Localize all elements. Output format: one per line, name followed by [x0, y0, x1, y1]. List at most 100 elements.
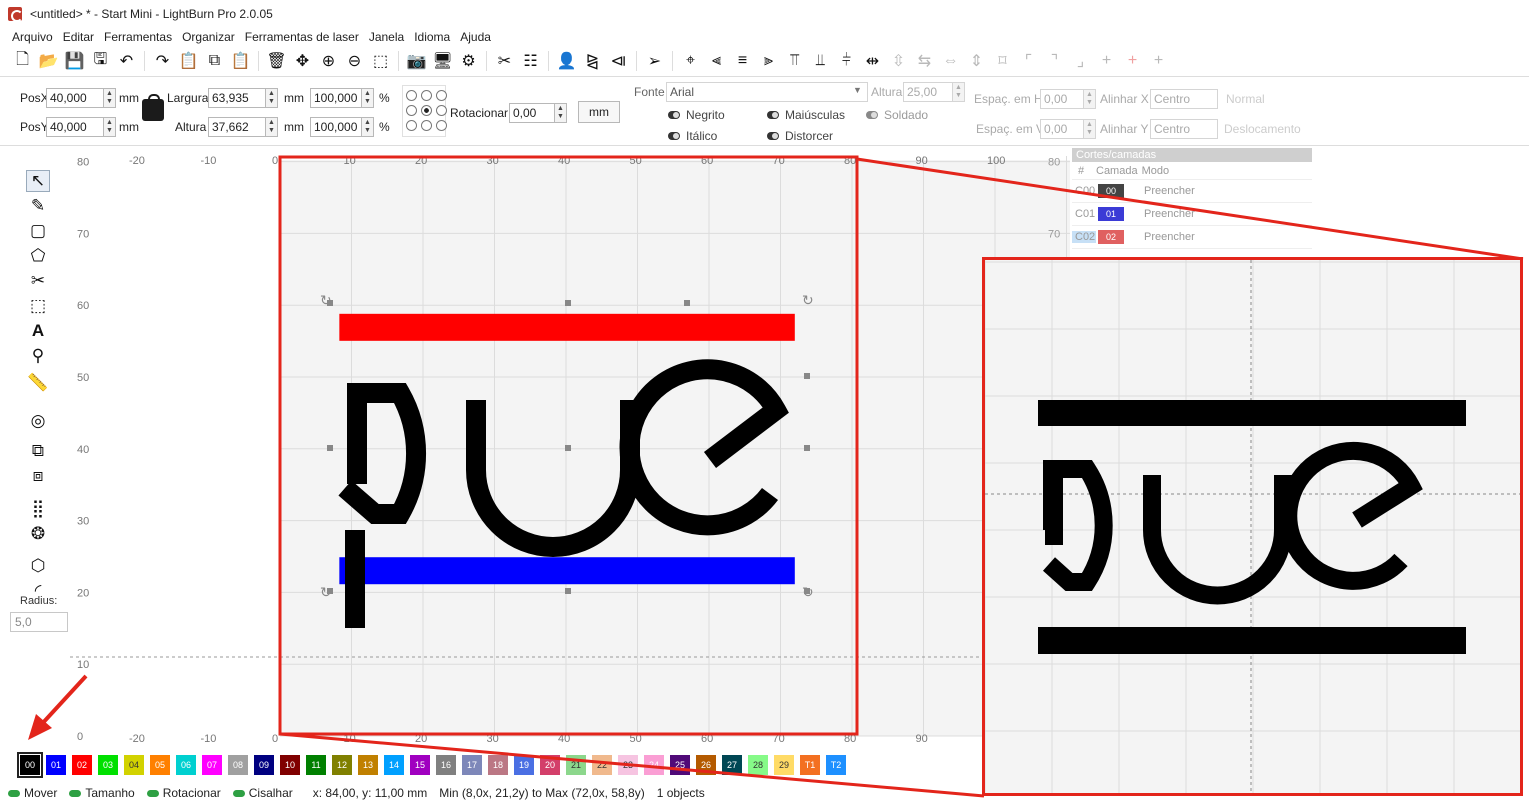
paste-special-icon[interactable]: 📋 — [178, 51, 199, 72]
anchor-bl[interactable] — [406, 120, 417, 131]
align-bottom-icon[interactable]: ⫩ — [836, 51, 857, 72]
rotate-handle-icon[interactable]: ↻ — [802, 585, 814, 601]
aligny-select[interactable]: Centro — [1150, 119, 1218, 139]
anchor-bc[interactable] — [421, 120, 432, 131]
palette-swatch-16[interactable]: 16 — [436, 755, 456, 775]
selection-handle[interactable] — [684, 300, 690, 306]
scale-width-input[interactable]: 100,000 — [310, 88, 362, 108]
menu-item-2[interactable]: Ferramentas — [104, 30, 172, 44]
layer-row[interactable]: C00 00 Preencher — [1072, 180, 1312, 203]
edit-nodes-icon[interactable]: ⬡ — [26, 555, 50, 577]
anchor-center[interactable] — [421, 105, 432, 116]
status-shear[interactable]: Cisalhar — [232, 786, 293, 800]
workspace-area[interactable] — [280, 160, 1140, 736]
tools-icon[interactable]: ✂ — [494, 51, 515, 72]
lock-ratio-icon[interactable] — [142, 94, 164, 121]
distribute-v-icon[interactable]: ⇳ — [888, 51, 909, 72]
hspace-spinner[interactable]: ▲ ▼ — [1084, 89, 1096, 109]
align-left-icon[interactable]: ⫷ — [706, 51, 727, 72]
align-top-icon[interactable]: ⫪ — [784, 51, 805, 72]
anchor-ml[interactable] — [406, 105, 417, 116]
rotate-handle-icon[interactable]: ↻ — [802, 293, 814, 309]
distort-toggle[interactable]: Distorcer — [767, 129, 833, 143]
align-center-icon[interactable]: ≡ — [732, 51, 753, 72]
rotate-handle-icon[interactable]: ↻ — [320, 293, 332, 309]
corner-br-icon[interactable]: ⌟ — [1070, 51, 1091, 72]
palette-swatch-04[interactable]: 04 — [124, 755, 144, 775]
rotate-handle-icon[interactable]: ↻ — [320, 585, 332, 601]
rectangle-icon[interactable]: ▢ — [26, 220, 50, 242]
cross-faint-icon[interactable]: + — [1148, 51, 1169, 72]
zoom-in-icon[interactable]: ⊕ — [318, 51, 339, 72]
corner-tl-icon[interactable]: ⌜ — [1018, 51, 1039, 72]
palette-swatch-T2[interactable]: T2 — [826, 755, 846, 775]
target-icon[interactable]: ⌖ — [680, 51, 701, 72]
menu-item-6[interactable]: Idioma — [414, 30, 450, 44]
palette-swatch-06[interactable]: 06 — [176, 755, 196, 775]
position-marker-icon[interactable]: ⚲ — [26, 345, 50, 367]
menu-item-5[interactable]: Janela — [369, 30, 404, 44]
palette-swatch-09[interactable]: 09 — [254, 755, 274, 775]
menu-item-0[interactable]: Arquivo — [12, 30, 53, 44]
layer-row[interactable]: C02 02 Preencher — [1072, 226, 1312, 249]
user-icon[interactable]: 👤 — [556, 51, 577, 72]
palette-swatch-19[interactable]: 19 — [514, 755, 534, 775]
select-icon[interactable]: ↖ — [26, 170, 50, 192]
width-spinner[interactable]: ▲ ▼ — [266, 88, 278, 108]
palette-swatch-03[interactable]: 03 — [98, 755, 118, 775]
menu-item-7[interactable]: Ajuda — [460, 30, 491, 44]
mirror-v-icon[interactable]: ⧏ — [608, 51, 629, 72]
palette-swatch-00[interactable]: 00 — [17, 752, 43, 778]
measure-icon[interactable]: 📏 — [26, 372, 50, 394]
status-move[interactable]: Mover — [8, 786, 57, 800]
radius-input[interactable]: 5,0 — [10, 612, 68, 632]
palette-swatch-07[interactable]: 07 — [202, 755, 222, 775]
palette-swatch-23[interactable]: 23 — [618, 755, 638, 775]
palette-swatch-08[interactable]: 08 — [228, 755, 248, 775]
palette-swatch-18[interactable]: 18 — [488, 755, 508, 775]
anchor-tl[interactable] — [406, 90, 417, 101]
palette-swatch-14[interactable]: 14 — [384, 755, 404, 775]
cross-red-icon[interactable]: + — [1122, 51, 1143, 72]
height-spinner[interactable]: ▲ ▼ — [266, 117, 278, 137]
layer-mode[interactable]: Preencher — [1128, 185, 1195, 197]
palette-swatch-24[interactable]: 24 — [644, 755, 664, 775]
palette-swatch-T1[interactable]: T1 — [800, 755, 820, 775]
boolean-subtract-icon[interactable]: ⧈ — [26, 465, 50, 487]
welded-toggle[interactable]: Soldado — [866, 108, 928, 122]
selection-handle[interactable] — [804, 373, 810, 379]
vspace-spinner[interactable]: ▲ ▼ — [1084, 119, 1096, 139]
circular-array-icon[interactable]: ❂ — [26, 523, 50, 545]
hspace-input[interactable]: 0,00 — [1040, 89, 1084, 109]
status-rotate[interactable]: Rotacionar — [146, 786, 221, 800]
scale-height-input[interactable]: 100,000 — [310, 117, 362, 137]
zoom-selection-icon[interactable]: ⬚ — [370, 51, 391, 72]
text-icon[interactable]: A — [26, 320, 50, 342]
status-size[interactable]: Tamanho — [69, 786, 135, 800]
array-grid-icon[interactable]: ⣿ — [26, 498, 50, 520]
design-canvas[interactable]: -20 -10 0 10 20 30 40 50 60 70 80 90 100 -20 -10 0 10 20 3… — [70, 148, 1140, 750]
undo-icon[interactable]: ↶ — [116, 51, 137, 72]
frame-icon[interactable]: ⬚ — [26, 295, 50, 317]
settings-icon[interactable]: ⚙ — [458, 51, 479, 72]
palette-swatch-11[interactable]: 11 — [306, 755, 326, 775]
copy-icon[interactable]: ⧉ — [204, 51, 225, 72]
units-toggle-button[interactable]: mm — [578, 101, 620, 123]
space-v-icon[interactable]: ⇕ — [966, 51, 987, 72]
posx-input[interactable]: 40,000 — [46, 88, 104, 108]
palette-swatch-15[interactable]: 15 — [410, 755, 430, 775]
palette-swatch-21[interactable]: 21 — [566, 755, 586, 775]
pen-icon[interactable]: ✎ — [26, 195, 50, 217]
mirror-h-icon[interactable]: ⧎ — [582, 51, 603, 72]
selection-handle[interactable] — [565, 588, 571, 594]
new-file-icon[interactable]: 🗋 — [12, 51, 33, 72]
palette-swatch-27[interactable]: 27 — [722, 755, 742, 775]
selection-handle[interactable] — [327, 445, 333, 451]
move-icon[interactable]: ✥ — [292, 51, 313, 72]
palette-swatch-22[interactable]: 22 — [592, 755, 612, 775]
italic-toggle[interactable]: Itálico — [668, 129, 717, 143]
width-input[interactable]: 63,935 — [208, 88, 266, 108]
polygon-icon[interactable]: ⬠ — [26, 245, 50, 267]
monitor-icon[interactable]: 🖥 — [432, 51, 453, 72]
boolean-union-icon[interactable]: ⧉ — [26, 440, 50, 462]
